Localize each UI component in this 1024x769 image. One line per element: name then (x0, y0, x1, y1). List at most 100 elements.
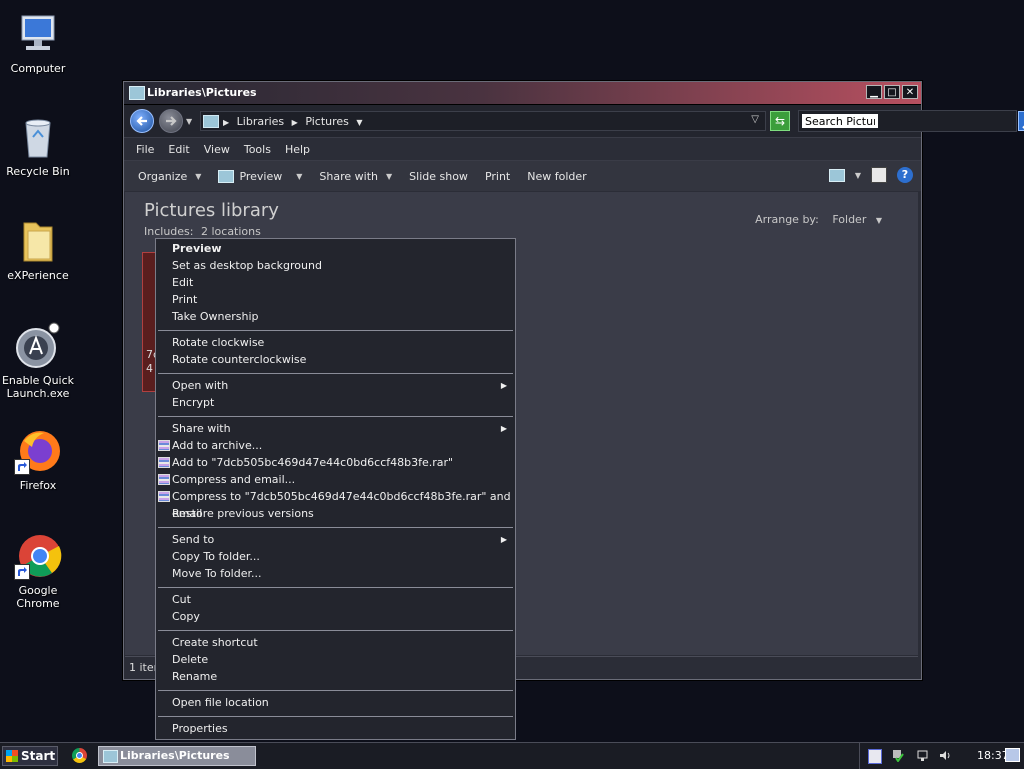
breadcrumb-pictures[interactable]: Pictures (305, 115, 349, 128)
desktop-icon-label: eXPerience (7, 269, 69, 282)
context-menu-item-add-to-7dcb505bc469d47e44c0bd6ccf48b3fe-[interactable]: Add to "7dcb505bc469d47e44c0bd6ccf48b3fe… (156, 454, 515, 471)
share-with-button[interactable]: Share with ▼ (319, 170, 392, 183)
winrar-icon (158, 491, 170, 502)
context-menu-item-rename[interactable]: Rename (156, 668, 515, 685)
search-button[interactable] (1018, 111, 1024, 131)
new-folder-button[interactable]: New folder (527, 170, 586, 183)
context-menu-item-label: Rotate counterclockwise (172, 353, 307, 366)
menu-help[interactable]: Help (285, 143, 310, 156)
menu-bar: File Edit View Tools Help (124, 137, 921, 161)
breadcrumb-libraries[interactable]: Libraries (237, 115, 285, 128)
tray-clock[interactable]: 18:37 (977, 749, 1009, 762)
print-button[interactable]: Print (485, 170, 510, 183)
context-menu-item-print[interactable]: Print (156, 291, 515, 308)
context-menu-item-encrypt[interactable]: Encrypt (156, 394, 515, 411)
tray-network-icon[interactable] (916, 749, 928, 762)
address-history-dropdown[interactable]: ▽ (751, 114, 759, 125)
organize-button[interactable]: Organize ▼ (138, 170, 201, 183)
menu-separator (158, 416, 513, 417)
desktop-icon-recycle-bin[interactable]: Recycle Bin (0, 113, 76, 178)
context-menu-item-edit[interactable]: Edit (156, 274, 515, 291)
tray-volume-icon[interactable] (939, 749, 951, 762)
minimize-button[interactable]: ▁ (866, 85, 882, 99)
context-menu-item-open-with[interactable]: Open with ▶ (156, 377, 515, 394)
maximize-button[interactable]: □ (884, 85, 900, 99)
menu-edit[interactable]: Edit (168, 143, 189, 156)
refresh-button[interactable]: ⇆ (770, 111, 790, 131)
window-titlebar[interactable]: Libraries\Pictures ▁ □ ✕ (124, 82, 921, 105)
search-input[interactable] (802, 114, 878, 128)
window-title: Libraries\Pictures (147, 86, 257, 99)
view-options-dropdown[interactable]: ▼ (855, 171, 861, 180)
context-menu-item-label: Print (172, 293, 198, 306)
command-bar: Organize ▼ Preview ▼ Share with ▼ Slide sho… (124, 161, 921, 191)
context-menu-item-take-ownership[interactable]: Take Ownership (156, 308, 515, 325)
address-field[interactable]: ▶ Libraries ▶ Pictures ▼ ▽ (200, 111, 766, 131)
desktop-icon-google-chrome[interactable]: Google Chrome (0, 532, 76, 610)
context-menu-item-label: Preview (172, 242, 222, 255)
context-menu-item-restore-previous-versions[interactable]: Restore previous versions (156, 505, 515, 522)
context-menu-item-send-to[interactable]: Send to ▶ (156, 531, 515, 548)
context-menu: Preview Set as desktop background Edit Prin… (155, 238, 516, 740)
context-menu-item-compress-to-7dcb505bc469d47e44c0bd6ccf48[interactable]: Compress to "7dcb505bc469d47e44c0bd6ccf4… (156, 488, 515, 520)
tray-security-icon[interactable] (892, 749, 904, 763)
desktop-icon-computer[interactable]: Computer (0, 10, 76, 75)
recent-pages-dropdown[interactable]: ▼ (186, 117, 192, 126)
context-menu-item-compress-and-email[interactable]: Compress and email... (156, 471, 515, 488)
system-tray: 18:37 (859, 743, 1024, 769)
context-menu-item-set-as-desktop-background[interactable]: Set as desktop background (156, 257, 515, 274)
change-view-icon[interactable] (828, 168, 845, 182)
windows-logo-icon (6, 750, 18, 762)
desktop-icon-enable-quick-launch[interactable]: Enable Quick Launch.exe (0, 322, 76, 400)
close-button[interactable]: ✕ (902, 85, 918, 99)
menu-separator (158, 630, 513, 631)
context-menu-item-label: Edit (172, 276, 194, 289)
context-menu-item-preview[interactable]: Preview (156, 240, 515, 257)
context-menu-item-label: Rotate clockwise (172, 336, 265, 349)
context-menu-item-label: Add to "7dcb505bc469d47e44c0bd6ccf48b3fe… (172, 456, 454, 469)
desktop-icon-experience[interactable]: eXPerience (0, 217, 76, 282)
desktop-icon-firefox[interactable]: Firefox (0, 427, 76, 492)
context-menu-item-create-shortcut[interactable]: Create shortcut (156, 634, 515, 651)
preview-pane-icon[interactable] (871, 167, 887, 183)
quicklaunch-chrome-icon[interactable] (72, 748, 87, 763)
context-menu-item-properties[interactable]: Properties (156, 720, 515, 737)
context-menu-item-share-with[interactable]: Share with ▶ (156, 420, 515, 437)
arrange-by-dropdown[interactable]: Folder ▼ (832, 213, 882, 226)
search-box[interactable] (798, 110, 1017, 132)
start-button[interactable]: Start (2, 746, 58, 766)
breadcrumb: ▶ Libraries ▶ Pictures ▼ (223, 115, 363, 128)
help-icon[interactable]: ? (897, 167, 913, 183)
desktop-icon-label: Enable Quick Launch.exe (1, 374, 75, 400)
forward-button[interactable] (159, 109, 183, 133)
shortcut-arrow-icon (14, 459, 30, 475)
submenu-arrow-icon: ▶ (500, 424, 507, 433)
library-title: Pictures library (144, 200, 279, 221)
context-menu-item-move-to-folder[interactable]: Move To folder... (156, 565, 515, 582)
menu-separator (158, 716, 513, 717)
context-menu-item-delete[interactable]: Delete (156, 651, 515, 668)
context-menu-item-label: Copy (172, 610, 200, 623)
chevron-down-icon: ▼ (195, 171, 202, 181)
pictures-library-icon (203, 115, 219, 128)
preview-label: Preview (239, 169, 283, 183)
preview-button[interactable]: Preview ▼ (218, 169, 302, 183)
context-menu-item-rotate-counterclockwise[interactable]: Rotate counterclockwise (156, 351, 515, 368)
context-menu-item-copy-to-folder[interactable]: Copy To folder... (156, 548, 515, 565)
context-menu-item-rotate-clockwise[interactable]: Rotate clockwise (156, 334, 515, 351)
context-menu-item-copy[interactable]: Copy (156, 608, 515, 625)
menu-view[interactable]: View (204, 143, 230, 156)
tray-document-icon[interactable] (868, 749, 882, 764)
context-menu-item-open-file-location[interactable]: Open file location (156, 694, 515, 711)
context-menu-item-label: Set as desktop background (172, 259, 322, 272)
context-menu-item-label: Encrypt (172, 396, 215, 409)
context-menu-item-add-to-archive[interactable]: Add to archive... (156, 437, 515, 454)
menu-tools[interactable]: Tools (244, 143, 271, 156)
slide-show-button[interactable]: Slide show (409, 170, 468, 183)
back-button[interactable] (130, 109, 154, 133)
includes-locations-link[interactable]: 2 locations (201, 225, 261, 238)
taskbar-item-explorer[interactable]: Libraries\Pictures (98, 746, 256, 766)
context-menu-item-cut[interactable]: Cut (156, 591, 515, 608)
menu-file[interactable]: File (136, 143, 154, 156)
show-desktop-icon[interactable] (1005, 748, 1020, 762)
